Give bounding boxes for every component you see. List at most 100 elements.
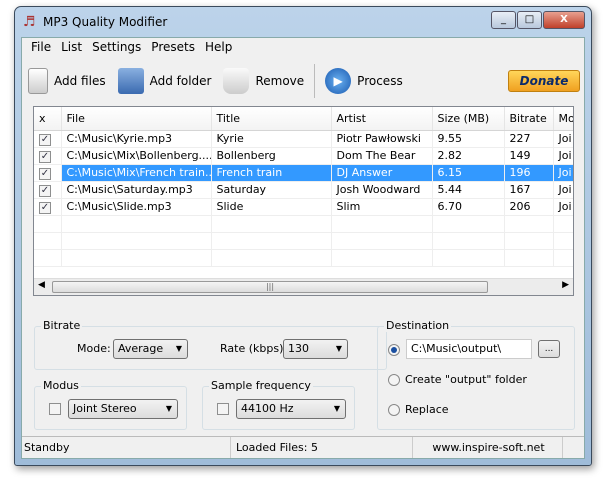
sample-frequency-legend: Sample frequency	[209, 379, 313, 392]
scroll-left-icon[interactable]: ◀	[38, 280, 45, 290]
folder-icon	[117, 68, 144, 94]
mode-label: Mode:	[77, 342, 111, 355]
modus-checkbox[interactable]	[49, 403, 61, 415]
row-checkbox-cell[interactable]: ✓	[34, 164, 62, 182]
recycle-bin-icon	[223, 68, 250, 94]
cell-title: French train	[211, 164, 332, 182]
column-header-bitrate[interactable]: Bitrate	[504, 107, 554, 131]
cell-bitrate: 206	[504, 198, 554, 216]
process-button[interactable]: ▶ Process	[325, 68, 403, 94]
cell-file: C:\Music\Mix\French train....	[61, 164, 212, 182]
cell-artist: Slim	[331, 198, 433, 216]
browse-button[interactable]: ...	[538, 340, 560, 358]
close-button[interactable]: X	[543, 11, 585, 29]
table-row[interactable]: ✓ C:\Music\Saturday.mp3 Saturday Josh Woodw…	[34, 181, 573, 199]
remove-button[interactable]: Remove	[223, 68, 304, 94]
column-header-file[interactable]: File	[61, 107, 212, 131]
destination-group: Destination C:\Music\output\ ... Create …	[377, 319, 575, 430]
menu-list[interactable]: List	[56, 40, 87, 54]
bitrate-legend: Bitrate	[41, 319, 83, 332]
maximize-button[interactable]: □	[517, 11, 542, 29]
file-icon	[28, 68, 48, 94]
cell-title: Slide	[211, 198, 332, 216]
row-checkbox-cell[interactable]: ✓	[34, 130, 62, 148]
cell-title: Kyrie	[211, 130, 332, 148]
table-row[interactable]: ✓ C:\Music\Mix\Bollenberg.... Bollenberg Do…	[34, 147, 573, 165]
cell-file: C:\Music\Saturday.mp3	[61, 181, 212, 199]
row-checkbox[interactable]: ✓	[39, 201, 51, 214]
cell-size: 6.70	[432, 198, 505, 216]
sample-frequency-select[interactable]: 44100 Hz	[236, 399, 346, 419]
music-note-icon: ♬	[23, 14, 36, 30]
row-checkbox-cell[interactable]: ✓	[34, 198, 62, 216]
row-checkbox[interactable]: ✓	[39, 184, 51, 197]
table-row[interactable]: ✓ C:\Music\Kyrie.mp3 Kyrie Piotr Pawłowski 9…	[34, 130, 573, 148]
menu-presets[interactable]: Presets	[146, 40, 200, 54]
table-row[interactable]: ✓ C:\Music\Slide.mp3 Slide Slim 6.70 206 Joi	[34, 198, 573, 216]
status-website: www.inspire-soft.net	[413, 437, 563, 458]
cell-mode: Joi	[553, 147, 573, 165]
menu-help[interactable]: Help	[200, 40, 237, 54]
modus-group: Modus Joint Stereo	[34, 379, 187, 430]
column-header-artist[interactable]: Artist	[331, 107, 433, 131]
row-checkbox-cell[interactable]: ✓	[34, 181, 62, 199]
mode-select[interactable]: Average	[113, 339, 188, 359]
cell-size: 2.82	[432, 147, 505, 165]
column-header-check[interactable]: x	[34, 107, 62, 131]
destination-path-radio[interactable]	[388, 344, 400, 356]
row-checkbox-cell[interactable]: ✓	[34, 147, 62, 165]
play-icon: ▶	[325, 68, 352, 94]
bitrate-group: Bitrate Mode: Average Rate (kbps): 130	[34, 319, 387, 370]
cell-size: 5.44	[432, 181, 505, 199]
add-files-button[interactable]: Add files	[28, 68, 106, 94]
column-header-title[interactable]: Title	[211, 107, 332, 131]
rate-select[interactable]: 130	[283, 339, 348, 359]
menu-settings[interactable]: Settings	[87, 40, 146, 54]
horizontal-scrollbar[interactable]: ◀ ||| ▶	[34, 278, 573, 295]
cell-mode: Joi	[553, 198, 573, 216]
menu-bar: File List Settings Presets Help	[22, 38, 584, 56]
status-loaded-files: Loaded Files: 5	[231, 437, 413, 458]
empty-row	[34, 215, 573, 233]
empty-row	[34, 232, 573, 250]
cell-file: C:\Music\Slide.mp3	[61, 198, 212, 216]
donate-button[interactable]: Donate	[508, 70, 580, 92]
toolbar-separator	[314, 64, 316, 98]
toolbar: Add files Add folder Remove ▶ Process Don…	[22, 60, 584, 102]
rate-label: Rate (kbps):	[220, 342, 288, 355]
modus-select[interactable]: Joint Stereo	[68, 399, 178, 419]
cell-artist: Piotr Pawłowski	[331, 130, 433, 148]
column-header-mode[interactable]: Mo	[553, 107, 573, 131]
replace-radio[interactable]	[388, 404, 400, 416]
sample-frequency-group: Sample frequency 44100 Hz	[202, 379, 355, 430]
status-state: Standby	[22, 437, 231, 458]
cell-bitrate: 149	[504, 147, 554, 165]
minimize-button[interactable]: _	[491, 11, 516, 29]
replace-label[interactable]: Replace	[405, 403, 449, 416]
remove-label: Remove	[255, 74, 305, 88]
scroll-thumb[interactable]: |||	[52, 281, 488, 293]
status-bar: Standby Loaded Files: 5 www.inspire-soft…	[22, 436, 584, 458]
destination-path-input[interactable]: C:\Music\output\	[406, 339, 532, 359]
scroll-right-icon[interactable]: ▶	[562, 280, 569, 290]
create-folder-radio[interactable]	[388, 374, 400, 386]
row-checkbox[interactable]: ✓	[39, 150, 51, 163]
menu-file[interactable]: File	[26, 40, 56, 54]
cell-bitrate: 227	[504, 130, 554, 148]
cell-artist: DJ Answer	[331, 164, 433, 182]
sample-frequency-checkbox[interactable]	[217, 403, 229, 415]
row-checkbox[interactable]: ✓	[39, 167, 51, 180]
empty-row	[34, 249, 573, 267]
column-header-size[interactable]: Size (MB)	[432, 107, 505, 131]
cell-mode: Joi	[553, 181, 573, 199]
modus-legend: Modus	[41, 379, 81, 392]
table-row[interactable]: ✓ C:\Music\Mix\French train.... French tra…	[34, 164, 573, 182]
process-label: Process	[357, 74, 403, 88]
file-list[interactable]: x File Title Artist Size (MB) Bitrate Mo…	[33, 106, 574, 296]
row-checkbox[interactable]: ✓	[39, 133, 51, 146]
add-files-label: Add files	[54, 74, 106, 88]
title-bar[interactable]: ♬ MP3 Quality Modifier _ □ X	[15, 7, 591, 37]
create-folder-label[interactable]: Create "output" folder	[405, 373, 527, 386]
add-folder-button[interactable]: Add folder	[117, 68, 211, 94]
cell-mode: Joi	[553, 164, 573, 182]
